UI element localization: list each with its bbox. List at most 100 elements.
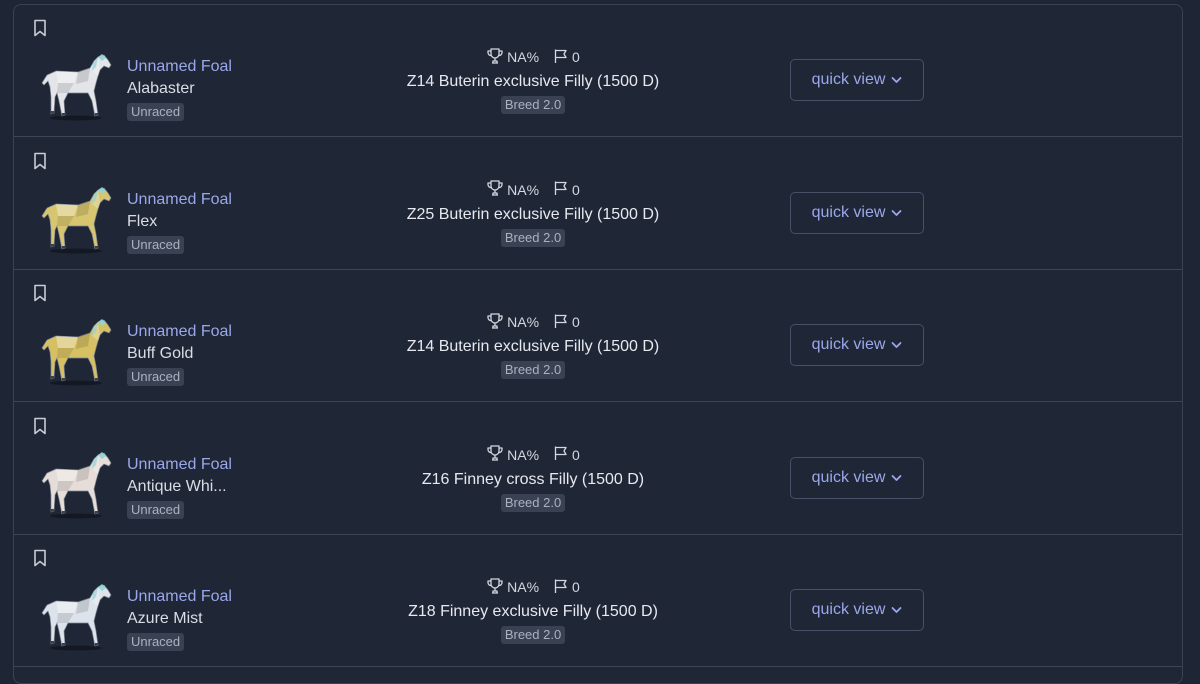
race-info: NA% 0 Z25 Buterin exclusive Filly (1500 … — [354, 180, 712, 247]
race-info: NA% 0 Z14 Buterin exclusive Filly (1500 … — [354, 312, 712, 379]
horse-icon[interactable] — [38, 316, 114, 386]
status-badge: Unraced — [127, 368, 185, 386]
horse-info: Unnamed Foal Alabaster Unraced — [127, 57, 232, 121]
bookmark-icon[interactable] — [33, 152, 47, 170]
races-value: 0 — [572, 181, 580, 198]
horse-info: Unnamed Foal Azure Mist Unraced — [127, 587, 232, 651]
horse-coat: Antique Whi... — [127, 477, 227, 495]
races-stat: 0 — [553, 313, 580, 332]
chevron-down-icon — [891, 469, 902, 487]
breed-badge: Breed 2.0 — [500, 96, 566, 114]
horse-info: Unnamed Foal Antique Whi... Unraced — [127, 455, 232, 519]
win-rate-stat: NA% — [486, 179, 539, 200]
chevron-down-icon — [891, 71, 902, 89]
trophy-icon — [486, 444, 504, 465]
race-description: Z18 Finney exclusive Filly (1500 D) — [408, 603, 658, 620]
horse-row[interactable]: Unnamed Foal Azure Mist Unraced NA% 0 Z1… — [14, 535, 1182, 667]
win-rate-stat: NA% — [486, 47, 539, 68]
horse-coat: Alabaster — [127, 80, 195, 97]
horse-info: Unnamed Foal Buff Gold Unraced — [127, 322, 232, 386]
win-rate-value: NA% — [507, 314, 540, 330]
races-stat: 0 — [553, 578, 580, 597]
flag-icon — [553, 578, 569, 597]
quick-view-button[interactable]: quick view — [790, 324, 924, 366]
bookmark-icon[interactable] — [33, 549, 47, 567]
breed-badge: Breed 2.0 — [500, 493, 566, 512]
quick-view-label: quick view — [811, 336, 886, 353]
win-rate-value: NA% — [507, 579, 540, 595]
chevron-down-icon — [891, 336, 902, 354]
race-description: Z14 Buterin exclusive Filly (1500 D) — [406, 73, 660, 90]
chevron-down-icon — [891, 204, 902, 222]
quick-view-label: quick view — [811, 71, 886, 88]
horse-stats: NA% 0 — [354, 312, 712, 332]
horse-name-link[interactable]: Unnamed Foal — [127, 57, 232, 77]
races-value: 0 — [572, 314, 580, 330]
horse-row[interactable]: Unnamed Foal Alabaster Unraced NA% 0 Z14… — [14, 5, 1182, 137]
race-description: Z25 Buterin exclusive Filly (1500 D) — [406, 205, 660, 223]
horse-stats: NA% 0 — [354, 180, 712, 200]
horse-coat: Buff Gold — [127, 345, 194, 362]
win-rate-stat: NA% — [486, 444, 539, 465]
win-rate-stat: NA% — [486, 577, 539, 598]
horse-row[interactable]: Unnamed Foal Antique Whi... Unraced NA% … — [14, 403, 1182, 535]
trophy-icon — [486, 47, 504, 68]
win-rate-value: NA% — [507, 446, 540, 463]
breed-badge: Breed 2.0 — [500, 361, 566, 379]
breed-badge: Breed 2.0 — [500, 228, 566, 247]
races-stat: 0 — [553, 445, 580, 464]
horse-coat: Flex — [127, 212, 158, 230]
trophy-icon — [486, 577, 504, 598]
horse-icon[interactable] — [38, 449, 114, 519]
races-stat: 0 — [553, 180, 580, 199]
trophy-icon — [486, 312, 504, 333]
horse-list: Unnamed Foal Alabaster Unraced NA% 0 Z14… — [13, 4, 1183, 684]
status-badge: Unraced — [127, 103, 185, 121]
horse-name-link[interactable]: Unnamed Foal — [127, 455, 232, 475]
quick-view-button[interactable]: quick view — [790, 589, 924, 631]
horse-stats: NA% 0 — [354, 445, 712, 465]
status-badge: Unraced — [127, 633, 185, 651]
horse-stats: NA% 0 — [354, 47, 712, 67]
chevron-down-icon — [891, 601, 902, 619]
races-stat: 0 — [553, 48, 580, 67]
quick-view-button[interactable]: quick view — [790, 191, 924, 234]
flag-icon — [553, 180, 569, 199]
horse-icon[interactable] — [38, 581, 114, 651]
race-info: NA% 0 Z14 Buterin exclusive Filly (1500 … — [354, 47, 712, 114]
quick-view-button[interactable]: quick view — [790, 456, 924, 499]
races-value: 0 — [572, 579, 580, 595]
horse-stats: NA% 0 — [354, 577, 712, 597]
horse-row[interactable]: Unnamed Foal Flex Unraced NA% 0 Z25 Bute… — [14, 138, 1182, 270]
flag-icon — [553, 48, 569, 67]
quick-view-label: quick view — [811, 601, 886, 618]
quick-view-label: quick view — [811, 203, 886, 221]
breed-badge: Breed 2.0 — [500, 626, 566, 644]
horse-icon[interactable] — [38, 51, 114, 121]
races-value: 0 — [572, 49, 580, 65]
horse-info: Unnamed Foal Flex Unraced — [127, 190, 232, 254]
quick-view-label: quick view — [811, 468, 886, 486]
horse-name-link[interactable]: Unnamed Foal — [127, 322, 232, 342]
horse-name-link[interactable]: Unnamed Foal — [127, 190, 232, 210]
status-badge: Unraced — [127, 235, 185, 254]
horse-row[interactable]: Unnamed Foal Buff Gold Unraced NA% 0 Z14… — [14, 270, 1182, 402]
horse-name-link[interactable]: Unnamed Foal — [127, 587, 232, 607]
bookmark-icon[interactable] — [33, 417, 47, 435]
flag-icon — [553, 445, 569, 464]
bookmark-icon[interactable] — [33, 284, 47, 302]
horse-icon[interactable] — [38, 184, 114, 254]
race-description: Z16 Finney cross Filly (1500 D) — [421, 470, 645, 488]
bookmark-icon[interactable] — [33, 19, 47, 37]
flag-icon — [553, 313, 569, 332]
win-rate-stat: NA% — [486, 312, 539, 333]
win-rate-value: NA% — [507, 49, 540, 65]
status-badge: Unraced — [127, 500, 185, 519]
win-rate-value: NA% — [507, 181, 540, 198]
race-description: Z14 Buterin exclusive Filly (1500 D) — [406, 338, 660, 355]
horse-coat: Azure Mist — [127, 610, 203, 627]
trophy-icon — [486, 179, 504, 200]
quick-view-button[interactable]: quick view — [790, 59, 924, 101]
race-info: NA% 0 Z16 Finney cross Filly (1500 D) Br… — [354, 445, 712, 512]
race-info: NA% 0 Z18 Finney exclusive Filly (1500 D… — [354, 577, 712, 644]
